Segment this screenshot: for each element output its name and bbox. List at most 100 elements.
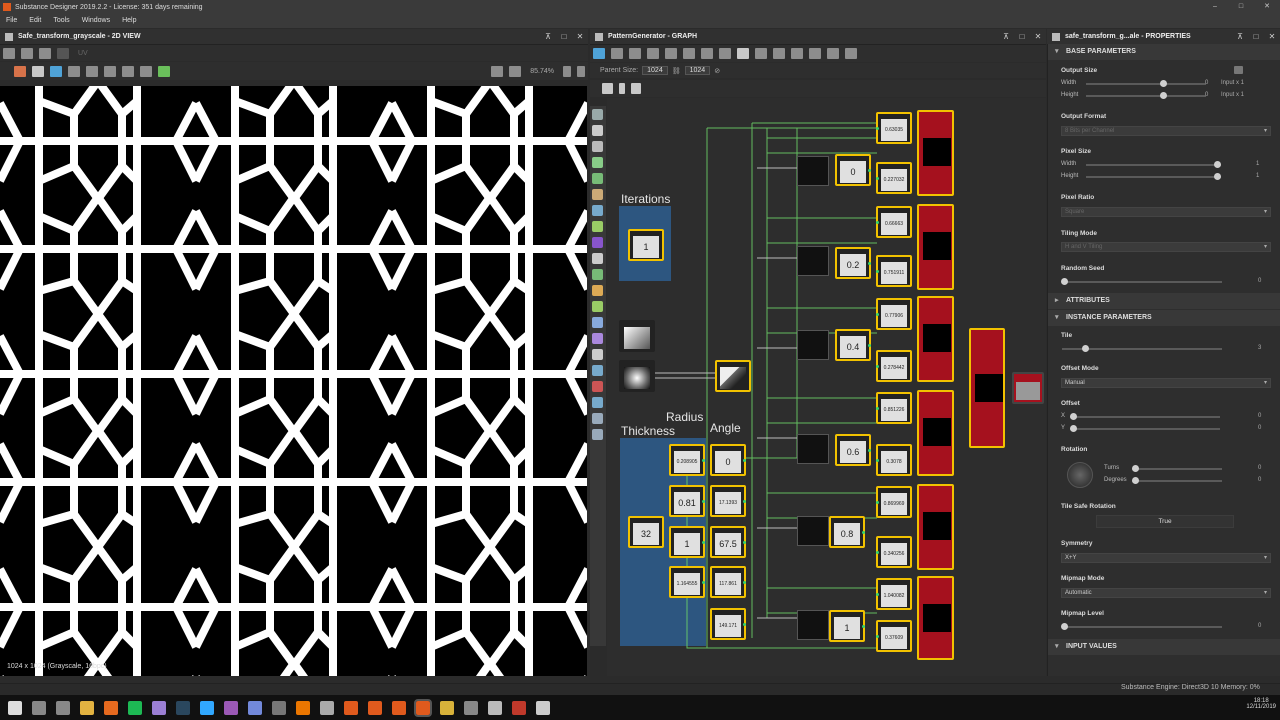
camera-icon[interactable] — [629, 48, 641, 59]
right-in-port[interactable] — [876, 635, 879, 638]
spotify-icon[interactable] — [128, 700, 142, 715]
mid-node-5[interactable]: 0.8 — [829, 516, 865, 548]
menu-windows[interactable]: Windows — [76, 14, 116, 28]
info-icon[interactable] — [104, 65, 116, 77]
histogram-icon[interactable] — [122, 65, 134, 77]
slider-knob[interactable] — [1061, 623, 1068, 630]
menu-edit[interactable]: Edit — [23, 14, 47, 28]
curve-icon[interactable] — [592, 221, 603, 232]
slider-knob[interactable] — [1082, 345, 1089, 352]
photoshop-icon[interactable] — [200, 700, 214, 715]
angle-out-port[interactable] — [743, 541, 746, 544]
grid-icon[interactable] — [719, 48, 731, 59]
shape-node[interactable] — [619, 360, 655, 392]
radius-out-port[interactable] — [702, 541, 705, 544]
input-icon[interactable] — [592, 429, 603, 440]
transform-node-e[interactable] — [797, 516, 829, 546]
drop-icon[interactable] — [592, 141, 603, 152]
output-format-select[interactable]: 8 Bits per Channel — [1061, 126, 1271, 136]
right-in-port[interactable] — [876, 365, 879, 368]
levels-icon[interactable] — [592, 269, 603, 280]
checker-icon[interactable] — [32, 65, 44, 77]
menu-help[interactable]: Help — [116, 14, 142, 28]
right-node-10[interactable]: 0.340256 — [876, 536, 912, 568]
attributes-section[interactable]: ATTRIBUTES — [1048, 293, 1280, 309]
minimize-button[interactable]: – — [1202, 0, 1228, 14]
fit-icon[interactable] — [491, 65, 504, 77]
offset-mode-select[interactable]: Manual — [1061, 378, 1271, 388]
close-button[interactable]: ✕ — [1254, 0, 1280, 14]
app-icon[interactable] — [536, 700, 550, 715]
pin-icon[interactable]: ⊼ — [542, 31, 554, 43]
transform-node-a[interactable] — [797, 156, 829, 186]
gradient-icon[interactable] — [592, 173, 603, 184]
substance-icon[interactable] — [344, 700, 358, 715]
steam-icon[interactable] — [176, 700, 190, 715]
graph-float-icon[interactable]: □ — [1016, 31, 1028, 43]
mid-out-port[interactable] — [862, 531, 865, 534]
right-node-12[interactable]: 0.37609 — [876, 620, 912, 652]
graph-close-icon[interactable]: ✕ — [1032, 31, 1044, 43]
clock[interactable]: 18:18 12/11/2019 — [1246, 698, 1276, 710]
slider-knob[interactable] — [1160, 80, 1167, 87]
shuffle-icon[interactable] — [592, 157, 603, 168]
link-size-icon[interactable]: ⛓ — [672, 67, 681, 75]
thickness-value-node[interactable]: 32 — [628, 516, 664, 548]
mid-out-port[interactable] — [868, 169, 871, 172]
transform-icon[interactable] — [592, 205, 603, 216]
output-height-slider[interactable] — [1086, 92, 1206, 99]
rotation-turns-slider[interactable] — [1132, 465, 1222, 472]
app-icon[interactable] — [152, 700, 166, 715]
output-node[interactable] — [1012, 372, 1044, 404]
mid-node-3[interactable]: 0.4 — [835, 329, 871, 361]
output-size-link-icon[interactable] — [1234, 66, 1243, 74]
right-in-port[interactable] — [876, 551, 879, 554]
size-select[interactable]: 1024 — [684, 66, 711, 75]
pixel-processor-icon[interactable] — [592, 301, 603, 312]
right-node-6[interactable]: 0.278442 — [876, 350, 912, 382]
float-icon[interactable]: □ — [558, 31, 570, 43]
angle-node-5[interactable]: 149.171 — [710, 608, 746, 640]
instance-parameters-section[interactable]: INSTANCE PARAMETERS — [1048, 310, 1280, 326]
transform-node-b[interactable] — [797, 246, 829, 276]
slider-knob[interactable] — [1214, 161, 1221, 168]
app-icon[interactable] — [488, 700, 502, 715]
angle-out-port[interactable] — [743, 623, 746, 626]
node-grid-icon[interactable] — [737, 48, 749, 59]
pattern-node-6[interactable] — [917, 576, 954, 660]
mid-node-1[interactable]: 0 — [835, 154, 871, 186]
mipmap-level-slider[interactable] — [1061, 623, 1222, 630]
mid-out-port[interactable] — [868, 449, 871, 452]
substance-icon[interactable] — [392, 700, 406, 715]
reset-size-icon[interactable]: ⊘ — [714, 67, 720, 75]
mipmap-mode-select[interactable]: Automatic — [1061, 588, 1271, 598]
right-in-port[interactable] — [876, 407, 879, 410]
right-in-port[interactable] — [876, 177, 879, 180]
blender-icon[interactable] — [296, 700, 310, 715]
parent-size-select[interactable]: 1024 — [642, 66, 668, 75]
app-icon[interactable] — [440, 700, 454, 715]
angle-node-1[interactable]: 0 — [710, 444, 746, 476]
radius-out-port[interactable] — [702, 500, 705, 503]
transform-node-d[interactable] — [797, 434, 829, 464]
explode-icon[interactable] — [602, 83, 613, 94]
graph-canvas[interactable]: Iterations Thickness Radius Angle 1 32 0… — [607, 98, 1046, 676]
affinity-icon[interactable] — [224, 700, 238, 715]
settings-icon[interactable] — [140, 65, 152, 77]
start-icon[interactable] — [8, 700, 22, 715]
iterations-value-node[interactable]: 1 — [628, 229, 664, 261]
pattern-node-1[interactable] — [917, 110, 954, 196]
pixel-ratio-select[interactable]: Square — [1061, 207, 1271, 217]
close-panel-icon[interactable]: ✕ — [574, 31, 586, 43]
right-in-port[interactable] — [876, 270, 879, 273]
save-icon[interactable] — [21, 47, 33, 59]
frame-node-icon[interactable] — [827, 48, 839, 59]
settings-icon[interactable] — [791, 48, 803, 59]
pattern-node-2[interactable] — [917, 204, 954, 290]
rotation-degrees-slider[interactable] — [1132, 477, 1222, 484]
view-toggle-icon[interactable] — [3, 47, 15, 59]
right-in-port[interactable] — [876, 501, 879, 504]
mid-node-6[interactable]: 1 — [829, 610, 865, 642]
gradient-node[interactable] — [619, 320, 655, 352]
offset-y-slider[interactable] — [1070, 425, 1220, 432]
